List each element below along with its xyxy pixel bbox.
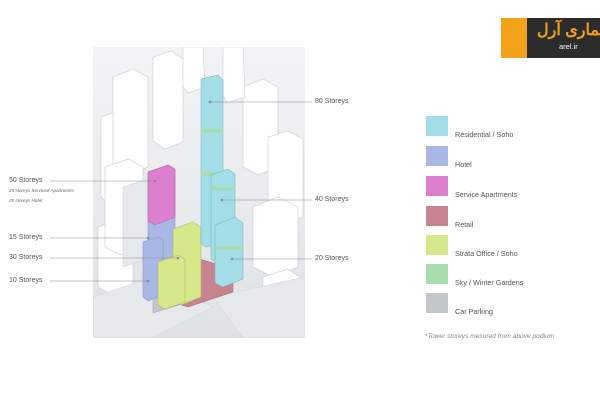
legend-swatch-strata-office <box>426 235 448 255</box>
legend-label-hotel: Hotel <box>455 160 472 169</box>
legend-label-car-parking: Car Parking <box>455 307 493 316</box>
leader-dot-40 <box>220 198 224 202</box>
leader-dot-10 <box>146 279 150 283</box>
legend-label-strata-office: Strata Office / Soho <box>455 249 518 258</box>
leader-dot-50 <box>153 179 157 183</box>
legend-swatch-service-apartments <box>426 176 448 196</box>
footnote: *Tower storeys mesured from above podium <box>425 333 555 340</box>
legend-swatch-hotel <box>426 146 448 166</box>
logo-url: arel.ir <box>559 42 578 51</box>
legend-label-service-apartments: Service Apartments <box>455 190 518 199</box>
legend-swatch-car-parking <box>426 293 448 313</box>
leader-dot-30 <box>176 256 180 260</box>
logo-text: معماری آرل <box>537 22 600 39</box>
leader-dot-15 <box>146 236 150 240</box>
legend-swatch-retail <box>426 206 448 226</box>
legend-label-retail: Retail <box>455 220 474 229</box>
legend-label-sky-gardens: Sky / Winter Gardens <box>455 278 524 287</box>
legend-swatch-residential <box>426 116 448 136</box>
legend-label-residential: Residential / Soho <box>455 130 514 139</box>
legend-swatch-sky-gardens <box>426 264 448 284</box>
leader-dot-80 <box>208 100 212 104</box>
leader-dot-20 <box>230 257 234 261</box>
leader-lines <box>50 100 312 283</box>
site-logo[interactable]: معماری آرل arel.ir <box>501 18 600 58</box>
logo-orange-block <box>501 18 527 58</box>
